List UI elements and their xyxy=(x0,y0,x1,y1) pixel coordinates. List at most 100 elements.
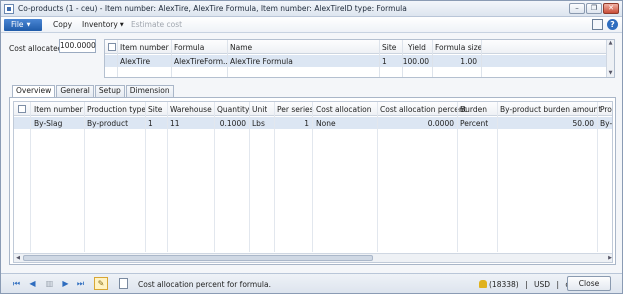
col-name[interactable]: Name xyxy=(230,43,252,52)
col-site[interactable]: Site xyxy=(148,105,162,114)
file-label: File xyxy=(11,20,24,29)
cost-allocated-field[interactable]: 100.0000 xyxy=(59,39,96,53)
grid-divider xyxy=(117,40,118,77)
site-cell[interactable]: 1 xyxy=(382,57,387,66)
tab-dimension[interactable]: Dimension xyxy=(125,85,174,97)
col-site[interactable]: Site xyxy=(382,43,396,52)
help-icon[interactable]: ? xyxy=(607,19,618,30)
grid-divider xyxy=(214,102,215,252)
empty-row xyxy=(105,67,608,77)
status-bar: ⏮ ◀ ▥ ▶ ⏭ ✎ Cost allocation percent for … xyxy=(1,273,622,293)
close-button[interactable]: Close xyxy=(567,276,611,291)
col-formula-size[interactable]: Formula size xyxy=(435,43,482,52)
tab-general[interactable]: General xyxy=(56,85,94,97)
formula-size-cell[interactable]: 1.00 xyxy=(435,57,477,66)
formula-cell[interactable]: AlexTireForm... xyxy=(174,57,228,66)
copy-button[interactable]: Copy xyxy=(53,20,72,29)
col-production-type[interactable]: Production type xyxy=(87,105,146,114)
grid-divider xyxy=(227,40,228,77)
grid-divider xyxy=(249,102,250,252)
grid-divider xyxy=(312,102,313,252)
unit-cell[interactable]: Lbs xyxy=(252,119,265,128)
table-row[interactable]: By-Slag By-product 1 11 0.1000 Lbs 1 Non… xyxy=(14,117,612,129)
cost-allocation-cell[interactable]: None xyxy=(316,119,336,128)
grid-divider xyxy=(145,102,146,252)
grid-divider xyxy=(481,40,482,77)
table-row[interactable]: AlexTire AlexTireForm... AlexTire Formul… xyxy=(105,55,608,67)
col-per-series[interactable]: Per series xyxy=(277,105,314,114)
grid-header: Item number Formula Name Site Yield Form… xyxy=(105,40,608,54)
col-warehouse[interactable]: Warehouse xyxy=(170,105,212,114)
tab-strip: Overview General Setup Dimension xyxy=(12,85,175,98)
inventory-label: Inventory xyxy=(82,20,118,29)
quantity-cell[interactable]: 0.1000 xyxy=(214,119,246,128)
vertical-scrollbar[interactable]: ▲ ▼ xyxy=(606,40,614,77)
grid-header: Item number Production type Site Warehou… xyxy=(14,102,612,116)
status-message: Cost allocation percent for formula. xyxy=(138,280,271,289)
name-cell[interactable]: AlexTire Formula xyxy=(230,57,293,66)
close-window-button[interactable]: ✕ xyxy=(603,3,619,14)
grid-divider xyxy=(379,40,380,77)
scroll-up-icon[interactable]: ▲ xyxy=(607,40,614,47)
cost-allocation-percent-cell[interactable]: 0.0000 xyxy=(414,119,454,128)
scroll-right-icon[interactable]: ▶ xyxy=(606,254,612,262)
item-number-cell[interactable]: AlexTire xyxy=(120,57,150,66)
minimize-button[interactable]: – xyxy=(569,3,585,14)
next-record-icon[interactable]: ▶ xyxy=(61,279,70,288)
notification-bell-icon[interactable] xyxy=(479,280,487,288)
form-icon xyxy=(4,4,14,14)
col-yield[interactable]: Yield xyxy=(408,43,426,52)
col-burden-amount[interactable]: By-product burden amount xyxy=(500,105,601,114)
divider: | xyxy=(525,280,528,289)
production-type-cell[interactable]: By-product xyxy=(87,119,128,128)
scroll-left-icon[interactable]: ◀ xyxy=(14,254,22,262)
grid-divider xyxy=(274,102,275,252)
grid-divider xyxy=(377,102,378,252)
grid-view-icon[interactable] xyxy=(592,19,603,30)
notification-count[interactable]: (18338) xyxy=(489,280,519,289)
col-cost-allocation-percent[interactable]: Cost allocation percent xyxy=(380,105,467,114)
edit-mode-icon[interactable]: ✎ xyxy=(94,277,108,290)
last-record-icon[interactable]: ⏭ xyxy=(76,279,85,288)
pro-cell[interactable]: By- xyxy=(600,119,612,128)
item-number-cell[interactable]: By-Slag xyxy=(34,119,62,128)
formula-header-grid: Item number Formula Name Site Yield Form… xyxy=(104,39,615,78)
file-menu-button[interactable]: File ▼ xyxy=(4,19,42,31)
scroll-down-icon[interactable]: ▼ xyxy=(607,70,614,77)
previous-record-icon[interactable]: ◀ xyxy=(28,279,37,288)
col-unit[interactable]: Unit xyxy=(252,105,267,114)
inventory-menu-button[interactable]: Inventory ▼ xyxy=(82,20,124,29)
tab-setup[interactable]: Setup xyxy=(94,85,125,97)
burden-amount-cell[interactable]: 50.00 xyxy=(554,119,594,128)
grid-divider xyxy=(497,102,498,252)
scrollbar-thumb[interactable] xyxy=(23,255,373,261)
select-all-checkbox[interactable] xyxy=(108,43,116,51)
col-item-number[interactable]: Item number xyxy=(120,43,169,52)
select-all-checkbox[interactable] xyxy=(18,105,26,113)
grid-divider xyxy=(30,102,31,252)
document-handling-icon[interactable] xyxy=(119,278,128,289)
grid-divider xyxy=(84,102,85,252)
first-record-icon[interactable]: ⏮ xyxy=(12,279,21,288)
site-cell[interactable]: 1 xyxy=(148,119,153,128)
col-formula[interactable]: Formula xyxy=(174,43,204,52)
col-item-number[interactable]: Item number xyxy=(34,105,83,114)
chevron-down-icon: ▼ xyxy=(26,22,31,28)
estimate-cost-button[interactable]: Estimate cost xyxy=(131,20,182,29)
grid-divider xyxy=(167,102,168,252)
currency-indicator[interactable]: USD xyxy=(534,280,550,289)
overview-panel: Item number Production type Site Warehou… xyxy=(9,97,616,265)
cost-allocated-label: Cost allocated: xyxy=(9,44,65,53)
yield-cell[interactable]: 100.00 xyxy=(401,57,429,66)
col-quantity[interactable]: Quantity xyxy=(217,105,249,114)
per-series-cell[interactable]: 1 xyxy=(274,119,309,128)
col-pro[interactable]: Pro xyxy=(600,105,612,114)
burden-cell[interactable]: Percent xyxy=(460,119,488,128)
grid-divider xyxy=(171,40,172,77)
horizontal-scrollbar[interactable]: ◀ ▶ xyxy=(14,253,612,262)
col-cost-allocation[interactable]: Cost allocation xyxy=(316,105,372,114)
restore-button[interactable]: ❐ xyxy=(586,3,602,14)
record-list-icon[interactable]: ▥ xyxy=(45,279,54,288)
col-burden[interactable]: Burden xyxy=(460,105,487,114)
warehouse-cell[interactable]: 11 xyxy=(170,119,180,128)
